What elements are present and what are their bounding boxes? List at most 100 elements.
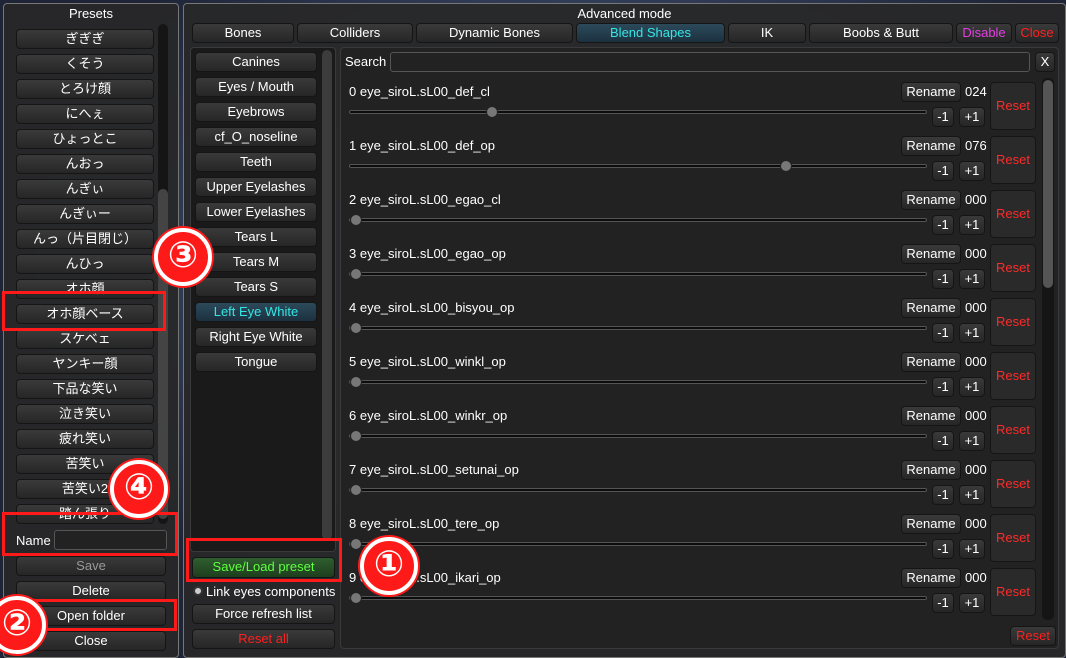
rename-button[interactable]: Rename <box>901 298 961 318</box>
close-advanced-button[interactable]: Close <box>1015 23 1059 43</box>
reset-shape-button[interactable]: Reset <box>990 406 1036 454</box>
minus-one-button[interactable]: -1 <box>932 161 954 181</box>
shape-slider[interactable] <box>349 538 927 550</box>
tab-colliders[interactable]: Colliders <box>297 23 413 43</box>
delete-button[interactable]: Delete <box>16 581 166 601</box>
preset-item[interactable]: ぎぎぎ <box>16 29 154 49</box>
preset-item[interactable]: んぎぃ <box>16 179 154 199</box>
slider-thumb[interactable] <box>486 106 498 118</box>
minus-one-button[interactable]: -1 <box>932 377 954 397</box>
slider-thumb[interactable] <box>350 214 362 226</box>
plus-one-button[interactable]: +1 <box>959 323 985 343</box>
tab-ik[interactable]: IK <box>728 23 806 43</box>
reset-shape-button[interactable]: Reset <box>990 136 1036 184</box>
plus-one-button[interactable]: +1 <box>959 161 985 181</box>
reset-shape-button[interactable]: Reset <box>990 460 1036 508</box>
tab-blend-shapes[interactable]: Blend Shapes <box>576 23 725 43</box>
tab-dynamic-bones[interactable]: Dynamic Bones <box>416 23 573 43</box>
search-clear-button[interactable]: X <box>1035 52 1055 72</box>
slider-thumb[interactable] <box>350 376 362 388</box>
slider-thumb[interactable] <box>350 538 362 550</box>
slider-thumb[interactable] <box>350 322 362 334</box>
rename-button[interactable]: Rename <box>901 352 961 372</box>
shape-slider[interactable] <box>349 106 927 118</box>
force-refresh-button[interactable]: Force refresh list <box>192 604 335 624</box>
search-input[interactable] <box>390 52 1030 72</box>
plus-one-button[interactable]: +1 <box>959 539 985 559</box>
plus-one-button[interactable]: +1 <box>959 377 985 397</box>
plus-one-button[interactable]: +1 <box>959 215 985 235</box>
plus-one-button[interactable]: +1 <box>959 107 985 127</box>
rename-button[interactable]: Rename <box>901 406 961 426</box>
reset-shape-button[interactable]: Reset <box>990 244 1036 292</box>
shape-slider[interactable] <box>349 430 927 442</box>
reset-shape-button[interactable]: Reset <box>990 190 1036 238</box>
rename-button[interactable]: Rename <box>901 568 961 588</box>
category-item[interactable]: Right Eye White <box>195 327 317 347</box>
shape-scrollbar-thumb[interactable] <box>1043 80 1053 288</box>
minus-one-button[interactable]: -1 <box>932 485 954 505</box>
preset-item[interactable]: 疲れ笑い <box>16 429 154 449</box>
shape-slider[interactable] <box>349 268 927 280</box>
category-item[interactable]: Teeth <box>195 152 317 172</box>
rename-button[interactable]: Rename <box>901 514 961 534</box>
preset-item[interactable]: んおっ <box>16 154 154 174</box>
reset-shape-button[interactable]: Reset <box>990 298 1036 346</box>
shape-slider[interactable] <box>349 214 927 226</box>
tab-boobs-butt[interactable]: Boobs & Butt <box>809 23 953 43</box>
minus-one-button[interactable]: -1 <box>932 107 954 127</box>
reset-all-button[interactable]: Reset all <box>192 629 335 649</box>
plus-one-button[interactable]: +1 <box>959 593 985 613</box>
rename-button[interactable]: Rename <box>901 82 961 102</box>
plus-one-button[interactable]: +1 <box>959 485 985 505</box>
shape-slider[interactable] <box>349 322 927 334</box>
shape-slider[interactable] <box>349 376 927 388</box>
preset-item[interactable]: んひっ <box>16 254 154 274</box>
slider-thumb[interactable] <box>350 592 362 604</box>
minus-one-button[interactable]: -1 <box>932 215 954 235</box>
category-item[interactable]: Tears S <box>195 277 317 297</box>
preset-item[interactable]: にへぇ <box>16 104 154 124</box>
category-item[interactable]: Eyebrows <box>195 102 317 122</box>
preset-item[interactable]: とろけ顔 <box>16 79 154 99</box>
rename-button[interactable]: Rename <box>901 460 961 480</box>
plus-one-button[interactable]: +1 <box>959 431 985 451</box>
category-item[interactable]: Tears M <box>195 252 317 272</box>
rename-button[interactable]: Rename <box>901 136 961 156</box>
reset-shape-button[interactable]: Reset <box>990 568 1036 616</box>
preset-item[interactable]: スケベェ <box>16 329 154 349</box>
slider-thumb[interactable] <box>350 268 362 280</box>
category-scrollbar[interactable] <box>322 50 332 540</box>
category-item[interactable]: Canines <box>195 52 317 72</box>
category-item[interactable]: Tongue <box>195 352 317 372</box>
minus-one-button[interactable]: -1 <box>932 593 954 613</box>
preset-item[interactable]: ヤンキー顔 <box>16 354 154 374</box>
preset-item[interactable]: くそう <box>16 54 154 74</box>
rename-button[interactable]: Rename <box>901 190 961 210</box>
minus-one-button[interactable]: -1 <box>932 539 954 559</box>
link-eyes-toggle[interactable]: Link eyes components <box>193 584 341 600</box>
minus-one-button[interactable]: -1 <box>932 269 954 289</box>
shape-slider[interactable] <box>349 484 927 496</box>
slider-thumb[interactable] <box>350 484 362 496</box>
category-item[interactable]: Lower Eyelashes <box>195 202 317 222</box>
preset-item[interactable]: んっ（片目閉じ） <box>16 229 154 249</box>
category-item[interactable]: cf_O_noseline <box>195 127 317 147</box>
slider-thumb[interactable] <box>350 430 362 442</box>
category-item[interactable]: Tears L <box>195 227 317 247</box>
preset-item[interactable]: 下品な笑い <box>16 379 154 399</box>
preset-item[interactable]: ひょっとこ <box>16 129 154 149</box>
reset-shape-button[interactable]: Reset <box>990 352 1036 400</box>
preset-item[interactable]: 泣き笑い <box>16 404 154 424</box>
reset-shape-button[interactable]: Reset <box>990 82 1036 130</box>
minus-one-button[interactable]: -1 <box>932 431 954 451</box>
category-item[interactable]: Eyes / Mouth <box>195 77 317 97</box>
category-item[interactable]: Left Eye White <box>195 302 317 322</box>
category-scrollbar-thumb[interactable] <box>322 50 332 540</box>
minus-one-button[interactable]: -1 <box>932 323 954 343</box>
rename-button[interactable]: Rename <box>901 244 961 264</box>
shape-slider[interactable] <box>349 592 927 604</box>
preset-item[interactable]: んぎぃー <box>16 204 154 224</box>
bottom-reset-button[interactable]: Reset <box>1010 626 1056 646</box>
plus-one-button[interactable]: +1 <box>959 269 985 289</box>
